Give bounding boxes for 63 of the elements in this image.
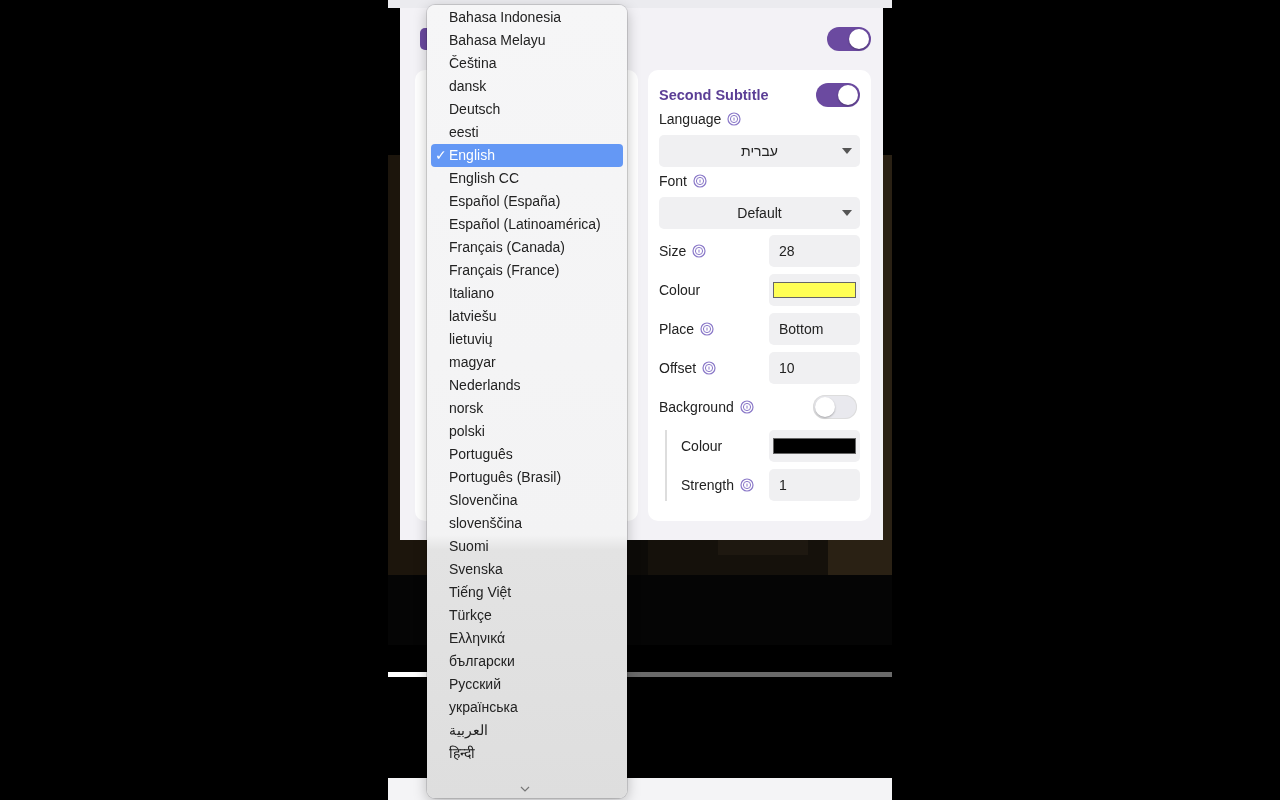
menu-item[interactable]: Français (Canada) bbox=[431, 236, 623, 259]
setting-label: Font bbox=[659, 173, 687, 189]
info-icon[interactable] bbox=[739, 400, 754, 414]
caret-icon bbox=[842, 210, 852, 216]
menu-item[interactable]: Português bbox=[431, 443, 623, 466]
menu-item[interactable]: Čeština bbox=[431, 52, 623, 75]
color-swatch[interactable] bbox=[773, 282, 856, 298]
input-field[interactable]: 1 bbox=[769, 469, 860, 501]
menu-item[interactable]: latviešu bbox=[431, 305, 623, 328]
menu-item[interactable]: Bahasa Melayu bbox=[431, 29, 623, 52]
setting-label: Background bbox=[659, 399, 734, 415]
info-icon[interactable] bbox=[702, 361, 717, 375]
menu-item[interactable]: Slovenčina bbox=[431, 489, 623, 512]
setting-label: Colour bbox=[681, 438, 723, 454]
menu-item[interactable]: eesti bbox=[431, 121, 623, 144]
input-field[interactable]: 10 bbox=[769, 352, 860, 384]
menu-item[interactable]: polski bbox=[431, 420, 623, 443]
menu-item[interactable]: Bahasa Indonesia bbox=[431, 6, 623, 29]
menu-item[interactable]: हिन्दी bbox=[431, 742, 623, 765]
menu-item[interactable]: Français (France) bbox=[431, 259, 623, 282]
input-field[interactable]: 28 bbox=[769, 235, 860, 267]
info-icon[interactable] bbox=[727, 112, 742, 126]
input-field[interactable]: Bottom bbox=[769, 313, 860, 345]
dropdown-select[interactable]: Default bbox=[659, 197, 860, 229]
info-icon[interactable] bbox=[700, 322, 715, 336]
card-title: Second Subtitle bbox=[659, 87, 769, 103]
toggle-switch[interactable] bbox=[827, 27, 871, 51]
toggle-switch[interactable] bbox=[813, 395, 857, 419]
menu-item[interactable]: العربية bbox=[431, 719, 623, 742]
menu-item[interactable]: Svenska bbox=[431, 558, 623, 581]
menu-item[interactable]: lietuvių bbox=[431, 328, 623, 351]
menu-item[interactable]: Türkçe bbox=[431, 604, 623, 627]
setting-label: Size bbox=[659, 243, 687, 259]
menu-item[interactable]: Español (España) bbox=[431, 190, 623, 213]
menu-item[interactable]: Español (Latinoamérica) bbox=[431, 213, 623, 236]
menu-item[interactable]: Nederlands bbox=[431, 374, 623, 397]
setting-label: Language bbox=[659, 111, 722, 127]
menu-item[interactable]: Suomi bbox=[431, 535, 623, 558]
menu-item[interactable]: English CC bbox=[431, 167, 623, 190]
setting-label: Colour bbox=[659, 282, 701, 298]
menu-item[interactable]: Português (Brasil) bbox=[431, 466, 623, 489]
info-icon[interactable] bbox=[693, 174, 707, 188]
menu-item[interactable]: norsk bbox=[431, 397, 623, 420]
color-swatch[interactable] bbox=[773, 438, 856, 454]
check-mark: ✓ bbox=[435, 146, 447, 165]
menu-item[interactable]: slovenščina bbox=[431, 512, 623, 535]
menu-item[interactable]: български bbox=[431, 650, 623, 673]
setting-label: Place bbox=[659, 321, 695, 337]
menu-item[interactable]: Italiano bbox=[431, 282, 623, 305]
setting-label: Offset bbox=[659, 360, 697, 376]
menu-item[interactable]: Deutsch bbox=[431, 98, 623, 121]
menu-item[interactable]: Ελληνικά bbox=[431, 627, 623, 650]
menu-item[interactable]: dansk bbox=[431, 75, 623, 98]
menu-item[interactable]: українська bbox=[431, 696, 623, 719]
toggle-switch[interactable] bbox=[816, 83, 860, 107]
menu-item[interactable]: Русский bbox=[431, 673, 623, 696]
menu-item[interactable]: Tiếng Việt bbox=[431, 581, 623, 604]
dropdown-select[interactable]: עברית bbox=[659, 135, 860, 167]
info-icon[interactable] bbox=[692, 244, 707, 258]
setting-label: Strength bbox=[681, 477, 734, 493]
info-icon[interactable] bbox=[739, 478, 754, 492]
menu-item[interactable]: magyar bbox=[431, 351, 623, 374]
chevron-down-icon[interactable] bbox=[520, 786, 530, 792]
